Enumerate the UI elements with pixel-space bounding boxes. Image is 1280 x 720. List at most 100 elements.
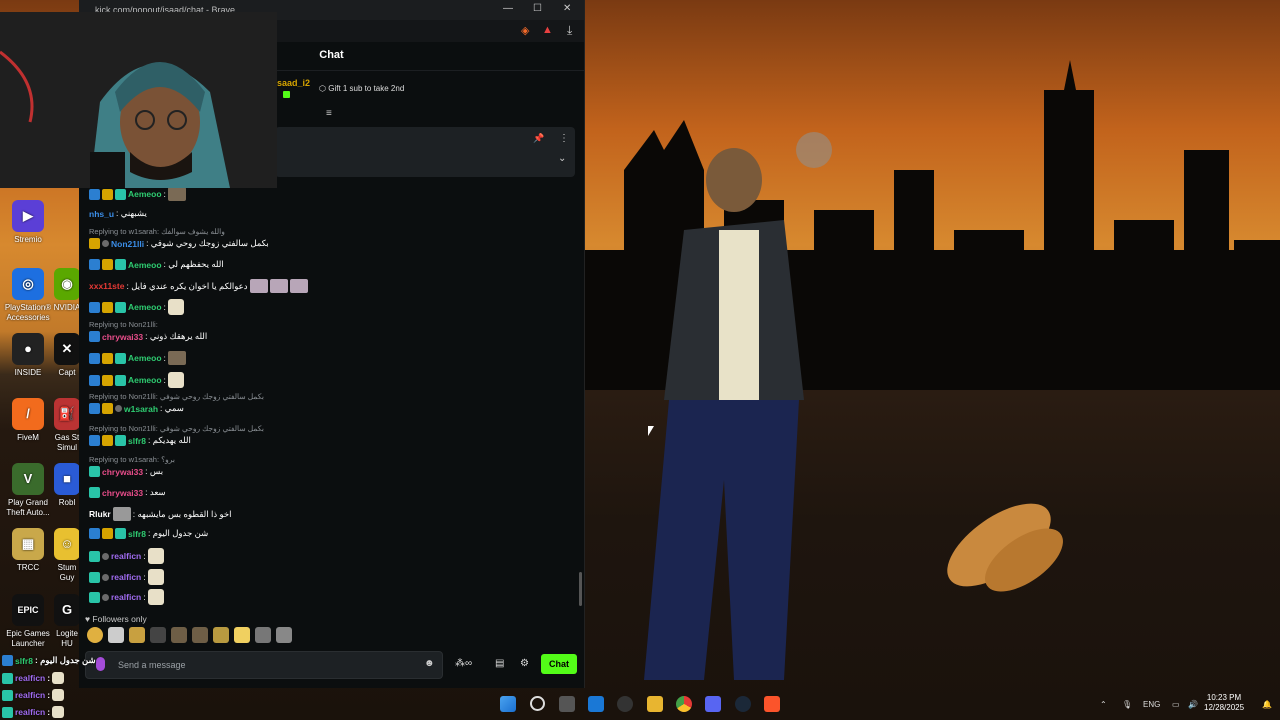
overlay-username: realficn <box>15 673 46 683</box>
tray-chevron-icon[interactable]: ⌃ <box>1100 700 1107 709</box>
trcc-shortcut[interactable]: ▦ TRCC <box>0 528 56 573</box>
settings-gear-icon[interactable]: ⚙ <box>520 658 529 669</box>
store-icon[interactable]: ▤ <box>495 658 504 669</box>
chat-username[interactable]: realficn <box>111 592 141 602</box>
emote-icon[interactable] <box>108 627 124 643</box>
gift-sub-button[interactable]: ⬡ Gift 1 sub to take 2nd <box>319 84 404 93</box>
chat-text: : <box>143 572 146 582</box>
emote-icon[interactable] <box>213 627 229 643</box>
capcut-shortcut[interactable]: ✕ Capt <box>52 333 82 378</box>
chat-username[interactable]: nhs_u <box>89 209 114 219</box>
chat-username[interactable]: Aemeoo <box>128 353 162 363</box>
microphone-icon[interactable] <box>96 657 105 671</box>
overlay-username: realficn <box>15 690 46 700</box>
chat-username[interactable]: Aemeoo <box>128 189 162 199</box>
emoji-icon[interactable]: ☻ <box>424 658 435 669</box>
reply-context[interactable]: Replying to w1sarah: برو؟ <box>89 455 175 464</box>
gta-shortcut[interactable]: V Play Grand Theft Auto... <box>0 463 56 518</box>
emote-icon[interactable] <box>255 627 271 643</box>
chat-username[interactable]: Rlukr <box>89 509 111 519</box>
chat-text: : سعد <box>145 487 166 497</box>
badge-icon <box>102 403 113 414</box>
download-icon[interactable]: ⤓ <box>567 23 572 38</box>
start-windows-icon[interactable] <box>500 696 516 712</box>
roblox-shortcut[interactable]: ■ Robl <box>52 463 82 508</box>
playstation-accessories-shortcut[interactable]: ◎ PlayStation® Accessories <box>0 268 56 323</box>
wallpaper-bread <box>947 503 1063 592</box>
chat-username[interactable]: realficn <box>111 551 141 561</box>
logitech-shortcut[interactable]: G Logite HU <box>52 594 82 649</box>
gas-station-shortcut[interactable]: ⛽ Gas St Simul <box>52 398 82 453</box>
expand-leaderboard-icon[interactable]: ≡ <box>326 108 332 119</box>
chat-username[interactable]: realficn <box>111 572 141 582</box>
emote-icon[interactable] <box>276 627 292 643</box>
chat-username[interactable]: xxx11ste <box>89 281 124 291</box>
chat-username[interactable]: slfr8 <box>128 436 146 446</box>
brave-shield-icon[interactable]: ◈ <box>521 24 529 37</box>
maximize-button[interactable]: ☐ <box>533 3 542 14</box>
emote-icon[interactable] <box>192 627 208 643</box>
nvidia-shortcut[interactable]: ◉ NVIDIA <box>52 268 82 313</box>
overlay-chat-message: realficn: <box>2 689 65 701</box>
send-chat-button[interactable]: Chat <box>541 654 577 674</box>
emote-icon[interactable] <box>129 627 145 643</box>
notification-bell-icon[interactable]: 🔔 <box>1262 700 1272 709</box>
chat-username[interactable]: chrywai33 <box>102 332 143 342</box>
reply-context[interactable]: Replying to w1sarah: والله يشوف سوالفك <box>89 227 225 236</box>
chat-username[interactable]: chrywai33 <box>102 488 143 498</box>
chat-username[interactable]: chrywai33 <box>102 467 143 477</box>
fivem-shortcut[interactable]: / FiveM <box>0 398 56 443</box>
discord-icon[interactable] <box>705 696 721 712</box>
search-icon[interactable] <box>530 696 545 711</box>
emote-icon <box>147 569 164 585</box>
epic-games-shortcut[interactable]: EPIC Epic Games Launcher <box>0 594 56 649</box>
chat-message-list: Aemeoo: nhs_u: يشبهني Replying to w1sara… <box>79 183 584 608</box>
chat-text: : الله يهديكم <box>147 435 191 445</box>
task-view-icon[interactable] <box>559 696 575 712</box>
kicks-icon[interactable]: ⁂∞ <box>455 658 472 669</box>
chat-message: Aemeoo: <box>89 372 184 388</box>
chat-username[interactable]: Aemeoo <box>128 260 162 270</box>
microphone-tray-icon[interactable]: 🎙 <box>1122 700 1132 709</box>
chat-username[interactable]: slfr8 <box>128 529 146 539</box>
steam-icon[interactable] <box>735 696 751 712</box>
brave-icon[interactable] <box>764 696 780 712</box>
chrome-icon[interactable] <box>676 696 692 712</box>
chat-username[interactable]: Non21lli <box>111 239 144 249</box>
chat-username[interactable]: Aemeoo <box>128 375 162 385</box>
emote-icon[interactable] <box>150 627 166 643</box>
inside-shortcut[interactable]: ● INSIDE <box>0 333 56 378</box>
pinned-more-icon[interactable]: ⋮ <box>559 133 569 144</box>
store-app-icon[interactable] <box>588 696 604 712</box>
close-button[interactable]: ✕ <box>563 3 571 14</box>
inside-icon: ● <box>12 333 44 365</box>
reply-context[interactable]: Replying to Non21lli: بكمل سالفتي زوجك ر… <box>89 392 264 401</box>
chat-title: Chat <box>319 49 344 61</box>
pin-icon[interactable]: 📌 <box>533 133 544 144</box>
chat-scrollbar[interactable] <box>579 572 582 606</box>
stremio-shortcut[interactable]: ▶ Stremio <box>0 200 56 245</box>
emote-icon[interactable] <box>87 627 103 643</box>
reply-context[interactable]: Replying to Non21lli: <box>89 320 158 329</box>
steam-app-icon[interactable] <box>617 696 633 712</box>
chat-username[interactable]: w1sarah <box>124 404 158 414</box>
chat-input[interactable]: Send a message ☻ <box>85 651 443 679</box>
badge-icon <box>89 331 100 342</box>
chat-username[interactable]: Aemeoo <box>128 302 162 312</box>
taskbar-clock[interactable]: 10:23 PM 12/28/2025 <box>1204 693 1244 713</box>
language-indicator[interactable]: ENG <box>1143 700 1160 709</box>
emote-icon[interactable] <box>234 627 250 643</box>
pinned-expand-icon[interactable]: ⌄ <box>558 153 566 164</box>
top-gifter-name: saad_i2 <box>277 78 311 88</box>
volume-icon[interactable]: 🔊 <box>1188 700 1198 709</box>
emote-icon[interactable] <box>171 627 187 643</box>
brave-rewards-icon[interactable]: ▲ <box>542 24 553 36</box>
chat-text: : شن جدول اليوم <box>147 528 209 538</box>
stumble-guys-shortcut[interactable]: ☺ Stum Guy <box>52 528 82 583</box>
reply-context[interactable]: Replying to Non21lli: بكمل سالفتي زوجك ر… <box>89 424 264 433</box>
overlay-text: : <box>47 707 51 717</box>
minimize-button[interactable]: — <box>503 3 513 14</box>
file-explorer-icon[interactable] <box>647 696 663 712</box>
network-icon[interactable]: ▭ <box>1172 700 1180 709</box>
chat-message: Non21lli: بكمل سالفتي زوجك روحي شوفي <box>89 238 269 249</box>
